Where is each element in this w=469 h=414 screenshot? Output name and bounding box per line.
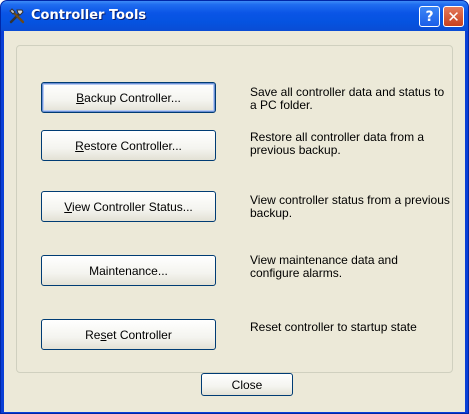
help-icon: ? — [425, 8, 434, 25]
title-bar[interactable]: Controller Tools ? ✕ — [1, 1, 468, 31]
view-controller-status-button[interactable]: View Controller Status... — [41, 191, 216, 222]
tools-icon — [9, 8, 25, 24]
button-label: View Controller Status... — [64, 199, 193, 214]
controller-tools-window: Controller Tools ? ✕ Backup Controller..… — [0, 0, 469, 414]
backup-controller-button[interactable]: Backup Controller... — [41, 82, 216, 113]
backup-description: Save all controller data and status to a… — [250, 85, 445, 112]
help-button[interactable]: ? — [419, 6, 440, 27]
close-window-button[interactable]: ✕ — [443, 6, 464, 27]
dialog-client-area: Backup Controller... Save all controller… — [4, 31, 465, 412]
reset-description: Reset controller to startup state — [250, 320, 417, 334]
restore-controller-button[interactable]: Restore Controller... — [41, 130, 216, 161]
reset-controller-button[interactable]: Reset Controller — [41, 319, 216, 350]
button-label: Restore Controller... — [75, 138, 182, 153]
maintenance-description: View maintenance data and configure alar… — [250, 253, 398, 280]
window-title: Controller Tools — [31, 8, 147, 23]
button-label: Maintenance... — [89, 263, 168, 278]
maintenance-button[interactable]: Maintenance... — [41, 255, 216, 286]
button-label: Backup Controller... — [76, 90, 181, 105]
tools-group: Backup Controller... Save all controller… — [16, 45, 453, 373]
close-icon: ✕ — [447, 7, 460, 26]
button-label: Reset Controller — [85, 327, 172, 342]
restore-description: Restore all controller data from a previ… — [250, 130, 425, 157]
view-status-description: View controller status from a previous b… — [250, 193, 450, 220]
close-button-label: Close — [231, 377, 263, 392]
close-button[interactable]: Close — [201, 373, 293, 396]
